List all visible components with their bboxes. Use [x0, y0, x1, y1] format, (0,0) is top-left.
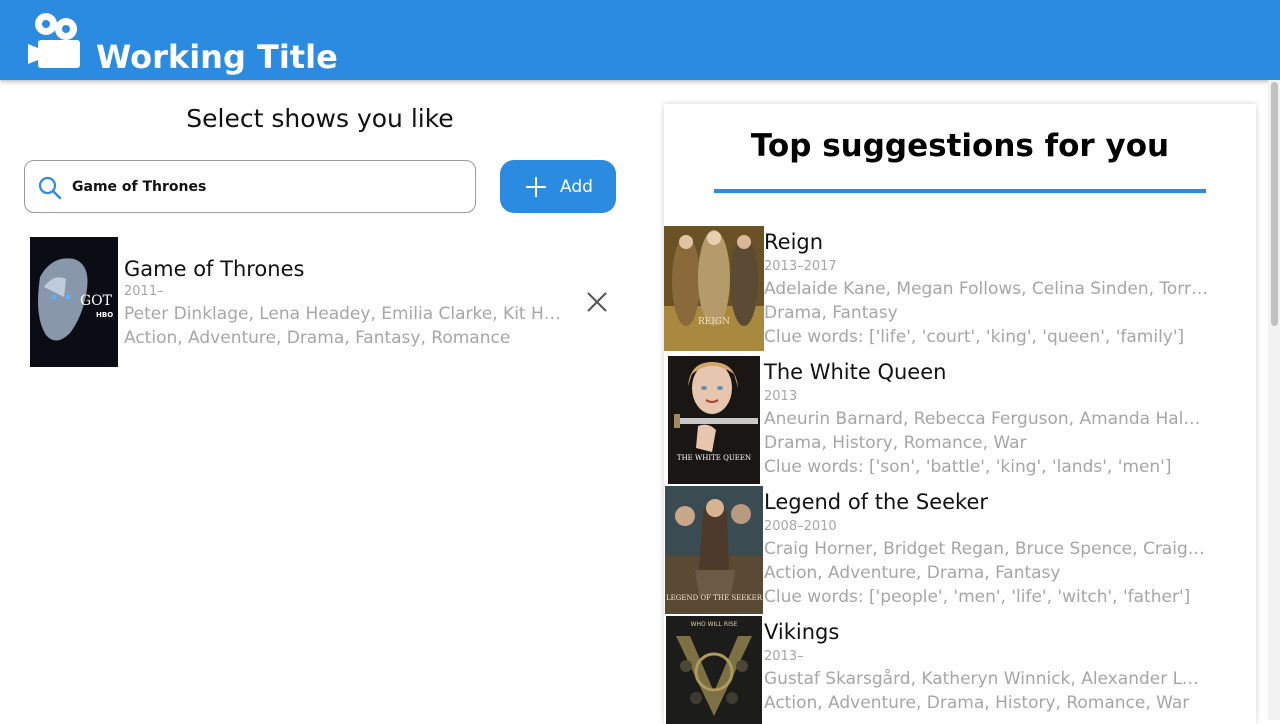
suggestion-years: 2013–2017	[764, 259, 837, 274]
suggestion-clues: Clue words: ['people', 'men', 'life', 'w…	[764, 587, 1191, 607]
suggestion-years: 2013	[764, 389, 798, 404]
show-poster: REIGN	[664, 226, 764, 351]
suggestion-title: The White Queen	[764, 360, 947, 384]
select-shows-heading: Select shows you like	[186, 104, 454, 133]
selected-show-item: GOT HBO Game of Thrones 2011– Peter Dink…	[30, 237, 620, 367]
suggestion-years: 2008–2010	[764, 519, 837, 534]
svg-text:REIGN: REIGN	[698, 317, 730, 327]
svg-text:LEGEND OF THE SEEKER: LEGEND OF THE SEEKER	[666, 594, 763, 602]
selected-show-genres: Action, Adventure, Drama, Fantasy, Roman…	[124, 328, 511, 348]
film-camera-icon	[28, 13, 80, 68]
suggestion-clues: Clue words: ['life', 'court', 'king', 'q…	[764, 327, 1185, 347]
svg-text:THE WHITE QUEEN: THE WHITE QUEEN	[677, 454, 751, 462]
svg-text:GOT: GOT	[80, 293, 113, 309]
search-field[interactable]	[24, 160, 476, 213]
selected-show-cast: Peter Dinklage, Lena Headey, Emilia Clar…	[124, 304, 564, 324]
suggestion-cast: Aneurin Barnard, Rebecca Ferguson, Amand…	[764, 409, 1209, 429]
search-icon	[38, 176, 62, 200]
suggestion-item[interactable]: WHO WILL RISE Vikings 2013– Gustaf Skars…	[664, 616, 1256, 724]
selected-show-title: Game of Thrones	[124, 257, 305, 281]
suggestion-genres: Action, Adventure, Drama, Fantasy	[764, 563, 1061, 583]
show-poster: GOT HBO	[30, 237, 118, 367]
suggestion-genres: Drama, History, Romance, War	[764, 433, 1027, 453]
add-button[interactable]: Add	[500, 160, 616, 213]
page-scrollbar-thumb[interactable]	[1271, 82, 1278, 326]
suggestion-title: Legend of the Seeker	[764, 490, 989, 514]
suggestion-item[interactable]: THE WHITE QUEEN The White Queen 2013 Ane…	[664, 356, 1256, 486]
suggestions-title: Top suggestions for you	[750, 128, 1170, 164]
app-header: Working Title	[0, 0, 1280, 80]
suggestion-cast: Craig Horner, Bridget Regan, Bruce Spenc…	[764, 539, 1209, 559]
suggestion-genres: Drama, Fantasy	[764, 303, 898, 323]
suggestion-cast: Gustaf Skarsgård, Katheryn Winnick, Alex…	[764, 669, 1209, 689]
suggestion-title: Vikings	[764, 620, 840, 644]
search-input[interactable]	[72, 175, 462, 199]
add-button-label: Add	[560, 177, 593, 197]
show-poster: WHO WILL RISE	[666, 616, 762, 724]
suggestion-cast: Adelaide Kane, Megan Follows, Celina Sin…	[764, 279, 1209, 299]
plus-icon	[526, 177, 546, 197]
suggestion-title: Reign	[764, 230, 824, 254]
app-title: Working Title	[96, 38, 338, 76]
svg-text:WHO WILL RISE: WHO WILL RISE	[691, 621, 738, 628]
suggestion-years: 2013–	[764, 649, 804, 664]
show-poster: THE WHITE QUEEN	[668, 356, 760, 484]
svg-text:HBO: HBO	[96, 311, 113, 319]
show-poster: LEGEND OF THE SEEKER	[665, 486, 763, 614]
title-underline	[714, 189, 1206, 193]
suggestion-clues: Clue words: ['son', 'battle', 'king', 'l…	[764, 457, 1172, 477]
selected-show-years: 2011–	[124, 284, 164, 299]
suggestion-item[interactable]: LEGEND OF THE SEEKER Legend of the Seeke…	[664, 486, 1256, 616]
suggestion-genres: Action, Adventure, Drama, History, Roman…	[764, 693, 1190, 713]
suggestion-item[interactable]: REIGN Reign 2013–2017 Adelaide Kane, Meg…	[664, 226, 1256, 356]
remove-show-button[interactable]	[585, 290, 609, 314]
suggestions-panel: Top suggestions for you REIGN Reign 2013…	[664, 104, 1256, 724]
